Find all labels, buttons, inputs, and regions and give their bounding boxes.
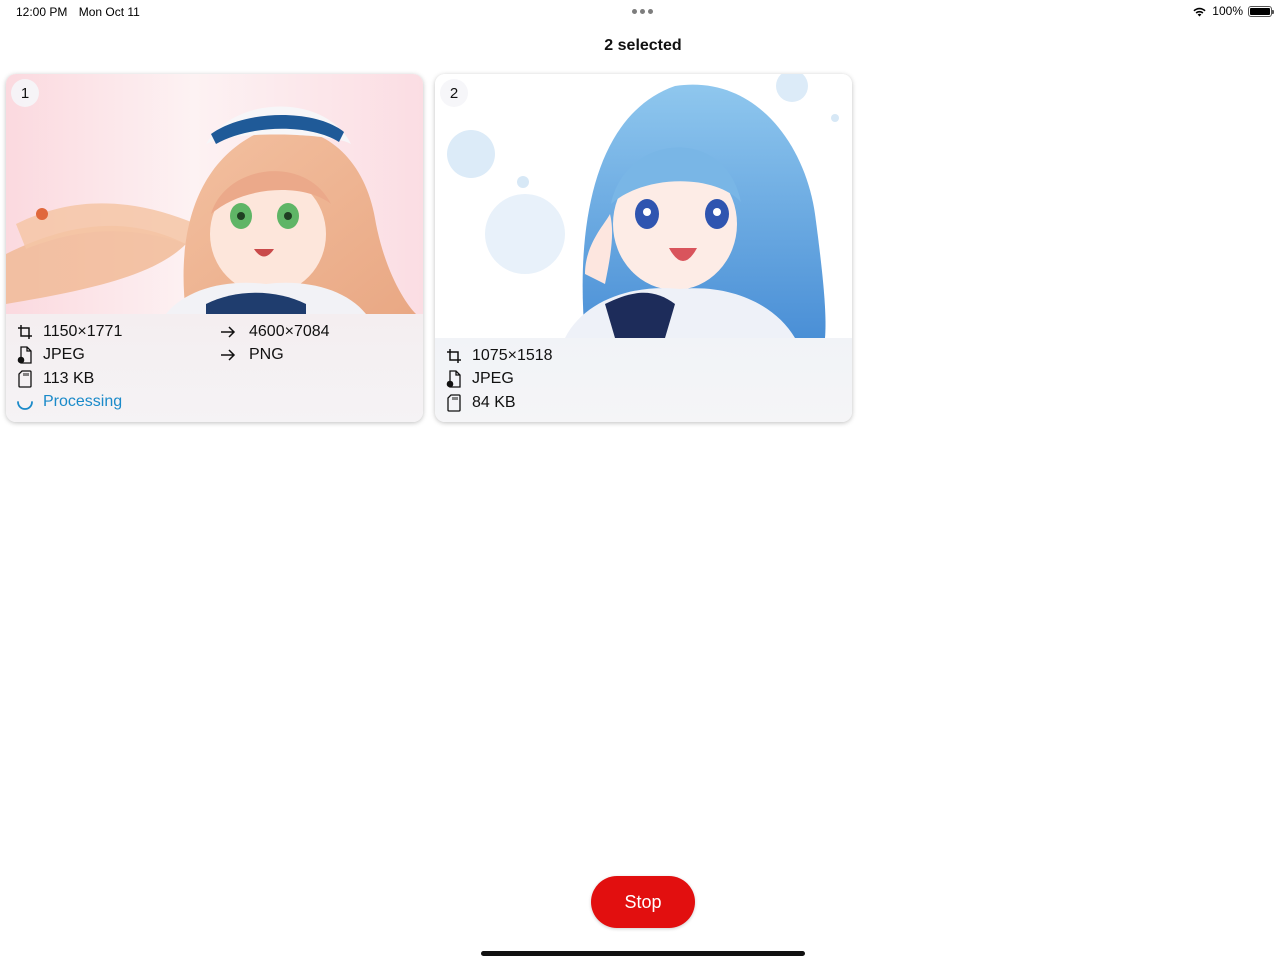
page-title: 2 selected [604,37,682,54]
index-badge: 1 [11,79,39,107]
arrow-right-icon [219,346,237,364]
file-size-icon [16,370,34,388]
stop-button[interactable]: Stop [591,876,695,928]
file-size: 113 KB [43,369,95,387]
battery-percent: 100% [1212,4,1243,18]
size-row: 84 KB [445,391,842,415]
wifi-icon [1193,7,1206,16]
file-format-icon [16,346,34,364]
dimensions-row: 1150×1771 4600×7084 [16,320,413,344]
file-size: 84 KB [472,393,516,411]
status-time: 12:00 PM [16,5,68,19]
image-info: 1075×1518 JPEG 84 KB [445,344,842,415]
target-dimensions: 4600×7084 [249,322,330,340]
format-row: JPEG [445,368,842,392]
source-format: JPEG [472,370,514,388]
image-card-2[interactable]: 2 1075×1518 JPEG 84 KB [435,74,852,422]
status-row: Processing [16,391,413,415]
format-row: JPEG PNG [16,344,413,368]
processing-status: Processing [43,393,123,411]
image-card-1[interactable]: 1 1150×1771 4600×7084 JPEG PNG 113 KB Pr… [6,74,423,422]
crop-icon [445,347,463,365]
file-format-icon [445,370,463,388]
file-size-icon [445,394,463,412]
image-thumbnail [435,74,852,338]
index-badge: 2 [440,79,468,107]
target-format: PNG [249,346,284,364]
battery-icon [1248,5,1274,17]
source-format: JPEG [43,346,85,364]
size-row: 113 KB [16,367,413,391]
status-bar: 12:00 PM Mon Oct 11 100% [0,0,1286,24]
image-thumbnail [6,74,423,314]
multitasking-dots-icon[interactable] [632,9,653,14]
crop-icon [16,323,34,341]
arrow-right-icon [219,323,237,341]
dimensions-row: 1075×1518 [445,344,842,368]
image-info: 1150×1771 4600×7084 JPEG PNG 113 KB Proc… [16,320,413,414]
source-dimensions: 1075×1518 [472,346,553,364]
home-indicator[interactable] [481,951,805,956]
status-date: Mon Oct 11 [78,5,140,19]
source-dimensions: 1150×1771 [43,322,123,340]
spinner-icon [16,393,34,411]
